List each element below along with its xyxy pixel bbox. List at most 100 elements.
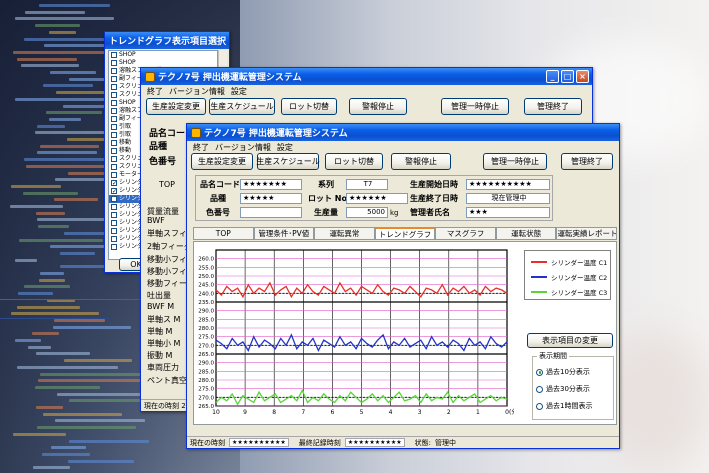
- window-titlebar[interactable]: テクノ7号 押出機運転管理システム: [187, 124, 619, 141]
- radio-button[interactable]: [536, 368, 543, 376]
- lot-switch-button[interactable]: ロット切替: [281, 98, 337, 115]
- y-tick-label: 265.0: [198, 352, 214, 358]
- checkbox[interactable]: [111, 244, 117, 250]
- x-tick-label: 7: [301, 409, 305, 416]
- checkbox[interactable]: ✓: [111, 180, 117, 187]
- chart-legend: シリンダー温度 C1 シリンダー温度 C2 シリンダー温度 C3: [524, 250, 611, 300]
- series-value: T7: [346, 179, 388, 190]
- x-tick-label: 6: [330, 409, 334, 416]
- pause-management-button[interactable]: 管理一時停止: [483, 153, 547, 170]
- amount-unit: kg: [390, 209, 399, 217]
- production-setting-button[interactable]: 生産設定変更: [146, 98, 206, 115]
- checkbox[interactable]: [111, 236, 117, 242]
- checkbox[interactable]: [111, 116, 117, 122]
- trend-item-label: 引取: [119, 131, 132, 138]
- checkbox[interactable]: [111, 52, 117, 58]
- code-line-decoration: [55, 419, 146, 423]
- checkbox[interactable]: [111, 68, 117, 74]
- alarm-stop-button[interactable]: 警報停止: [391, 153, 451, 170]
- menu-item[interactable]: バージョン情報: [169, 86, 225, 97]
- code-line-decoration: [37, 379, 145, 383]
- amount-label: 生産量: [314, 208, 338, 217]
- trend-item[interactable]: SHOP: [109, 51, 217, 59]
- alarm-stop-button[interactable]: 警報停止: [349, 98, 407, 115]
- code-line-decoration: [54, 318, 105, 322]
- radio-button[interactable]: [536, 402, 543, 410]
- code-line-decoration: [23, 285, 71, 289]
- checkbox[interactable]: [111, 204, 117, 210]
- tab-2[interactable]: 運転異常: [314, 227, 375, 239]
- checkbox[interactable]: [111, 212, 117, 218]
- checkbox[interactable]: [111, 100, 117, 106]
- tab-0[interactable]: TOP: [193, 227, 254, 239]
- checkbox[interactable]: [111, 220, 117, 226]
- lot-value: ★★★★★★: [346, 193, 408, 204]
- grade-label: 品種: [210, 194, 226, 203]
- menu-item[interactable]: 終了: [193, 142, 209, 153]
- lot-switch-button[interactable]: ロット切替: [325, 153, 383, 170]
- checkbox[interactable]: [111, 124, 117, 130]
- checkbox[interactable]: [111, 92, 117, 98]
- trend-item-label: SHOP: [119, 51, 136, 58]
- menu-item[interactable]: バージョン情報: [215, 142, 271, 153]
- period-option[interactable]: 過去30分表示: [536, 384, 590, 394]
- period-option[interactable]: 過去10分表示: [536, 367, 590, 377]
- pause-management-button[interactable]: 管理一時停止: [441, 98, 509, 115]
- checkbox[interactable]: [111, 132, 117, 138]
- y-tick-label: 240.0: [198, 291, 214, 297]
- menu-item[interactable]: 設定: [277, 142, 293, 153]
- y-tick-label: 235.0: [198, 300, 214, 306]
- menu-item[interactable]: 終了: [147, 86, 163, 97]
- code-line-decoration: [19, 238, 103, 242]
- menu-item[interactable]: 設定: [231, 86, 247, 97]
- checkbox[interactable]: [111, 84, 117, 90]
- x-tick-label: 9: [243, 409, 247, 416]
- code-line-decoration: [17, 57, 78, 61]
- y-tick-label: 255.0: [198, 265, 214, 271]
- code-line-decoration: [39, 144, 100, 148]
- code-line-decoration: [13, 432, 67, 436]
- checkbox[interactable]: [111, 228, 117, 234]
- y-tick-label: 285.0: [198, 369, 214, 375]
- main-window: テクノ7号 押出機運転管理システム 終了 バージョン情報 設定 生産設定変更 生産スケ…: [186, 123, 620, 449]
- checkbox[interactable]: [111, 148, 117, 154]
- production-schedule-button[interactable]: 生産スケジュール: [209, 98, 275, 115]
- tab-3[interactable]: トレンドグラフ: [374, 227, 436, 239]
- checkbox[interactable]: [111, 60, 117, 66]
- checkbox[interactable]: [111, 156, 117, 162]
- tab-4[interactable]: マスグラフ: [435, 227, 496, 239]
- tab-6[interactable]: 運転実績レポート: [556, 227, 618, 239]
- code-line-decoration: [36, 352, 91, 356]
- code-line-decoration: [63, 231, 108, 235]
- window-titlebar[interactable]: テクノ7号 押出機運転管理システム: [141, 68, 592, 85]
- state-label: 状態:: [414, 438, 431, 447]
- checkbox[interactable]: [111, 140, 117, 146]
- code-line-decoration: [64, 359, 132, 363]
- trend-item-label: SHOP: [119, 59, 136, 66]
- minimize-button[interactable]: _: [546, 70, 559, 83]
- checkbox[interactable]: [111, 108, 117, 114]
- trend-item[interactable]: SHOP: [109, 59, 217, 67]
- period-option[interactable]: 過去1時間表示: [536, 401, 592, 411]
- production-setting-button[interactable]: 生産設定変更: [191, 153, 253, 170]
- x-tick-label: 5: [360, 409, 364, 416]
- checkbox[interactable]: [111, 164, 117, 170]
- window-titlebar[interactable]: トレンドグラフ表示項目選択: [105, 32, 229, 49]
- tab-1[interactable]: 管理条件･PV値: [253, 227, 315, 239]
- production-schedule-button[interactable]: 生産スケジュール: [256, 153, 320, 170]
- close-button[interactable]: ×: [576, 70, 589, 83]
- end-management-button[interactable]: 管理終了: [561, 153, 613, 170]
- maximize-button[interactable]: □: [561, 70, 574, 83]
- change-display-items-button[interactable]: 表示項目の変更: [527, 333, 613, 348]
- checkbox[interactable]: ✓: [111, 188, 117, 195]
- tab-5[interactable]: 運転状態: [495, 227, 557, 239]
- start-time-label: 生産開始日時: [410, 180, 458, 189]
- code-line-decoration: [56, 91, 108, 95]
- checkbox[interactable]: ✓: [111, 196, 117, 203]
- x-tick-label: 10: [212, 409, 220, 416]
- checkbox[interactable]: [111, 172, 117, 178]
- checkbox[interactable]: [111, 76, 117, 82]
- y-tick-label: 270.0: [198, 343, 214, 349]
- radio-button[interactable]: [536, 385, 543, 393]
- end-management-button[interactable]: 管理終了: [524, 98, 582, 115]
